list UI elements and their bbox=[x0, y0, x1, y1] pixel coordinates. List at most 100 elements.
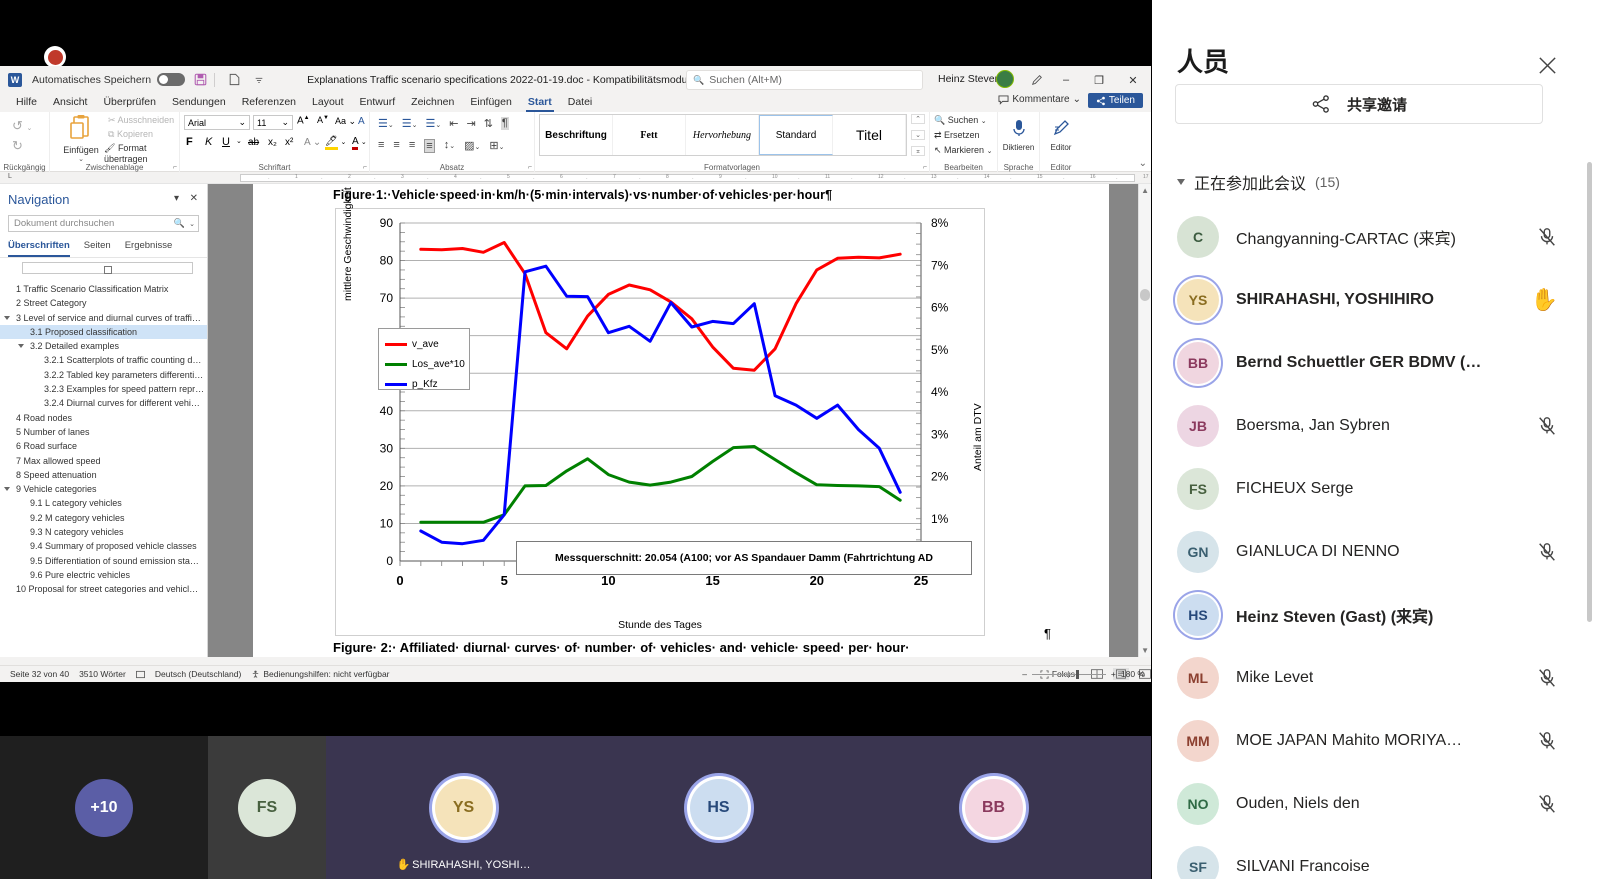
sort-icon[interactable]: ⇅ bbox=[484, 117, 493, 130]
chevron-down-icon[interactable]: ⌄ bbox=[189, 220, 195, 228]
in-meeting-section-header[interactable]: 正在参加此会议 (15) bbox=[1177, 170, 1340, 194]
zoom-slider-handle[interactable] bbox=[1076, 670, 1079, 679]
ribbon-tab-layout[interactable]: Layout bbox=[304, 93, 352, 112]
expand-collapse-icon[interactable] bbox=[4, 316, 10, 323]
document-canvas[interactable]: Figure·1:·Vehicle·speed·in·km/h·(5·min·i… bbox=[208, 184, 1151, 657]
show-formatting-icon[interactable]: ¶ bbox=[501, 117, 509, 130]
navigation-heading-item[interactable]: 3.1 Proposed classification bbox=[0, 325, 207, 339]
underline-icon[interactable]: U bbox=[222, 136, 230, 148]
navigation-heading-item[interactable]: 7 Max allowed speed bbox=[0, 454, 207, 468]
justify-icon[interactable]: ≡ bbox=[424, 139, 434, 153]
new-doc-icon[interactable] bbox=[224, 70, 244, 90]
ribbon-tab-entwurf[interactable]: Entwurf bbox=[352, 93, 404, 112]
highlight-icon[interactable]: 🖊 ⌄ bbox=[325, 136, 346, 147]
mic-muted-icon[interactable] bbox=[1536, 730, 1558, 752]
navigation-tab-ergebnisse[interactable]: Ergebnisse bbox=[125, 240, 173, 257]
participant-row[interactable]: JBBoersma, Jan Sybren bbox=[1152, 394, 1600, 457]
close-icon[interactable] bbox=[1534, 52, 1560, 78]
zoom-level[interactable]: 180 % bbox=[1121, 669, 1145, 679]
numbering-icon[interactable]: ☰⌄ bbox=[402, 117, 418, 130]
raised-hand-icon[interactable]: ✋ bbox=[1531, 287, 1558, 313]
zoom-control[interactable]: – + 180 % bbox=[1022, 669, 1145, 679]
status-accessibility[interactable]: Bedienungshilfen: nicht verfügbar bbox=[251, 669, 389, 679]
paragraph-dialog-launcher[interactable]: ⌐ bbox=[528, 164, 532, 171]
minimize-button[interactable]: – bbox=[1055, 70, 1077, 90]
ribbon-tab-zeichnen[interactable]: Zeichnen bbox=[403, 93, 462, 112]
chevron-down-icon[interactable] bbox=[1177, 179, 1185, 185]
video-tile[interactable]: HS bbox=[601, 736, 836, 879]
mic-muted-icon[interactable] bbox=[1536, 541, 1558, 563]
font-name-combo[interactable]: Arial⌄ bbox=[184, 115, 250, 130]
style-beschriftung[interactable]: Beschriftung bbox=[540, 115, 613, 155]
navigation-heading-item[interactable]: 2 Street Category bbox=[0, 296, 207, 310]
navigation-heading-item[interactable]: 9.5 Differentiation of sound emission st… bbox=[0, 554, 207, 568]
style-standard[interactable]: Standard bbox=[759, 115, 833, 155]
chevron-down-icon[interactable]: ⌄ bbox=[236, 137, 242, 145]
font-size-combo[interactable]: 11⌄ bbox=[253, 115, 293, 130]
format-painter-button[interactable]: 🖌 Format übertragen bbox=[104, 143, 179, 164]
navigation-heading-item[interactable]: 10 Proposal for street categories and ve… bbox=[0, 582, 207, 596]
participant-row[interactable]: NOOuden, Niels den bbox=[1152, 772, 1600, 835]
dictate-button[interactable]: Diktieren bbox=[1002, 114, 1035, 152]
navigation-heading-item[interactable]: 3.2.2 Tabled key parameters differenti… bbox=[0, 368, 207, 382]
subscript-icon[interactable]: x₂ bbox=[268, 137, 277, 148]
navigation-heading-item[interactable]: 9.2 M category vehicles bbox=[0, 511, 207, 525]
zoom-in-button[interactable]: + bbox=[1111, 669, 1116, 679]
video-tile[interactable]: BB bbox=[836, 736, 1151, 879]
clear-formatting-icon[interactable]: A bbox=[358, 116, 365, 127]
status-language[interactable]: Deutsch (Deutschland) bbox=[155, 669, 241, 679]
ink-icon[interactable] bbox=[1026, 70, 1048, 90]
navigation-options-icon[interactable]: ▾ bbox=[174, 193, 179, 204]
customize-quick-access-icon[interactable] bbox=[249, 70, 269, 90]
multilevel-list-icon[interactable]: ☰⌄ bbox=[426, 117, 442, 130]
comments-button[interactable]: Kommentare ⌄ bbox=[998, 94, 1081, 105]
chevron-down-icon[interactable]: ⌄ bbox=[60, 155, 102, 163]
navigation-tab-überschriften[interactable]: Überschriften bbox=[8, 240, 70, 257]
navigation-heading-item[interactable]: 3.2.4 Diurnal curves for different vehi… bbox=[0, 396, 207, 410]
strikethrough-icon[interactable]: ab bbox=[248, 137, 259, 148]
status-words[interactable]: 3510 Wörter bbox=[79, 669, 126, 679]
ruler[interactable]: L ·1·2·3·4·5·6·7·8·9·10·11·12·13·14·15·1… bbox=[0, 172, 1151, 184]
mic-muted-icon[interactable] bbox=[1536, 793, 1558, 815]
ribbon-tab-datei[interactable]: Datei bbox=[560, 93, 601, 112]
styles-scroll-down[interactable]: ⌄ bbox=[911, 130, 925, 140]
participant-row[interactable]: BBBernd Schuettler GER BDMV (… bbox=[1152, 331, 1600, 394]
navigation-heading-item[interactable]: 9 Vehicle categories bbox=[0, 482, 207, 496]
font-dialog-launcher[interactable]: ⌐ bbox=[363, 164, 367, 171]
styles-dialog-launcher[interactable]: ⌐ bbox=[923, 164, 927, 171]
tab-stop-selector[interactable]: L bbox=[8, 173, 12, 180]
decrease-indent-icon[interactable]: ⇤ bbox=[449, 117, 458, 130]
borders-icon[interactable]: ⊞⌄ bbox=[489, 139, 504, 153]
expand-collapse-icon[interactable] bbox=[18, 344, 24, 351]
chart-figure[interactable]: 01020304050607080900%1%2%3%4%5%6%7%8%051… bbox=[335, 208, 985, 636]
editor-button[interactable]: Editor bbox=[1044, 114, 1078, 152]
undo-icon[interactable]: ↺ ⌄ bbox=[4, 114, 45, 134]
status-page[interactable]: Seite 32 von 40 bbox=[10, 669, 69, 679]
zoom-out-button[interactable]: – bbox=[1022, 669, 1027, 679]
select-button[interactable]: ↖ Markieren ⌄ bbox=[934, 145, 992, 156]
navigation-tab-seiten[interactable]: Seiten bbox=[84, 240, 111, 257]
people-panel-scrollbar[interactable] bbox=[1587, 162, 1592, 622]
mic-muted-icon[interactable] bbox=[1536, 226, 1558, 248]
style-titel[interactable]: Titel bbox=[833, 115, 906, 155]
participant-row[interactable]: CChangyanning-CARTAC (来宾) bbox=[1152, 205, 1600, 268]
share-invite-button[interactable]: 共享邀请 bbox=[1175, 84, 1543, 124]
mic-muted-icon[interactable] bbox=[1536, 415, 1558, 437]
navigation-heading-item[interactable]: 9.4 Summary of proposed vehicle classes bbox=[0, 539, 207, 553]
bullets-icon[interactable]: ☰⌄ bbox=[378, 117, 394, 130]
align-center-icon[interactable]: ≡ bbox=[393, 139, 399, 153]
shrink-font-icon[interactable]: A▼ bbox=[317, 115, 329, 125]
redo-icon[interactable]: ↻ bbox=[4, 134, 45, 154]
styles-scroll-up[interactable]: ⌃ bbox=[911, 114, 925, 124]
chart-annotation[interactable]: Messquerschnitt: 20.054 (A100; vor AS Sp… bbox=[516, 541, 972, 575]
close-button[interactable]: ✕ bbox=[1122, 70, 1144, 90]
participant-row[interactable]: YSSHIRAHASHI, YOSHIHIRO✋ bbox=[1152, 268, 1600, 331]
participant-row[interactable]: SFSILVANI Francoise bbox=[1152, 835, 1600, 879]
participant-row[interactable]: MMMOE JAPAN Mahito MORIYA… bbox=[1152, 709, 1600, 772]
navigation-heading-item[interactable]: 9.3 N category vehicles bbox=[0, 525, 207, 539]
search-input[interactable]: 🔍 Suchen (Alt+M) bbox=[686, 70, 923, 90]
video-tile[interactable]: FS bbox=[208, 736, 326, 879]
video-tile[interactable]: YS✋SHIRAHASHI, YOSHI… bbox=[326, 736, 601, 879]
bold-icon[interactable]: F bbox=[186, 136, 193, 148]
save-icon[interactable] bbox=[190, 70, 210, 90]
